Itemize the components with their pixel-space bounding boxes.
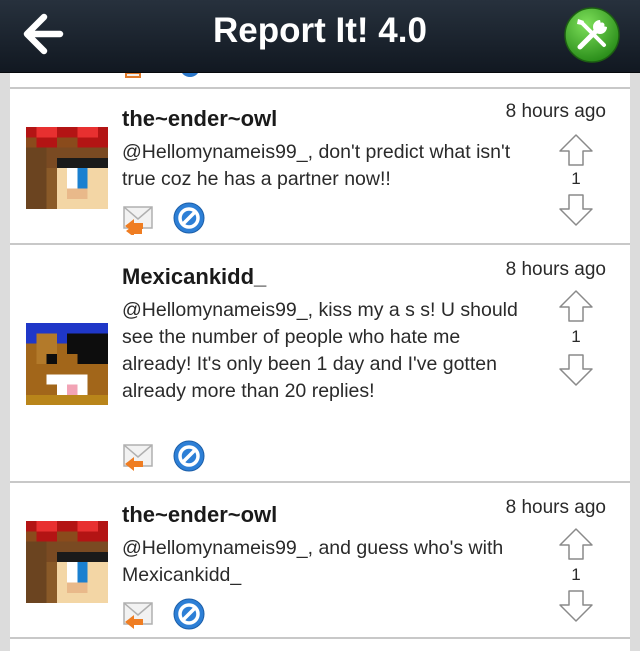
- post-timestamp: 8 hours ago: [505, 101, 606, 122]
- settings-button[interactable]: [562, 5, 622, 65]
- vote-count: 1: [571, 565, 581, 584]
- post-message: @Hellomynameis99_, kiss my a s s! U shou…: [122, 299, 518, 402]
- vote-count: 1: [571, 169, 581, 188]
- post-username[interactable]: the~ender~owl: [122, 501, 277, 529]
- list-item: Mexicankidd_ 8 hours ago @Hellomynameis9…: [10, 243, 630, 483]
- post-username[interactable]: Mexicankidd_: [122, 263, 266, 291]
- reply-envelope-icon[interactable]: [122, 201, 156, 235]
- post-message: @Hellomynameis99_, and guess who's with …: [122, 537, 504, 586]
- page-title: Report It! 4.0: [213, 11, 427, 50]
- back-arrow-icon: [23, 13, 64, 55]
- previous-post-peek: [10, 73, 630, 87]
- back-button[interactable]: [14, 6, 78, 62]
- comment-list: the~ender~owl 8 hours ago @Hellomynameis…: [10, 73, 630, 651]
- avatar: [26, 323, 108, 405]
- upvote-arrow-icon[interactable]: [558, 133, 594, 167]
- list-item: [10, 637, 630, 651]
- upvote-arrow-icon[interactable]: [558, 289, 594, 323]
- post-username[interactable]: the~ender~owl: [122, 105, 277, 133]
- list-item: the~ender~owl 8 hours ago @Hellomynameis…: [10, 87, 630, 245]
- post-timestamp: 8 hours ago: [505, 497, 606, 518]
- post-timestamp: 8 hours ago: [505, 259, 606, 280]
- block-icon[interactable]: [172, 201, 206, 235]
- downvote-arrow-icon[interactable]: [558, 193, 594, 227]
- upvote-arrow-icon[interactable]: [558, 527, 594, 561]
- post-message: @Hellomynameis99_, don't predict what is…: [122, 141, 511, 190]
- vote-count: 1: [571, 327, 581, 346]
- avatar: [26, 127, 108, 209]
- downvote-arrow-icon[interactable]: [558, 353, 594, 387]
- list-item: the~ender~owl 8 hours ago @Hellomynameis…: [10, 481, 630, 639]
- block-icon[interactable]: [172, 439, 206, 473]
- avatar: [26, 521, 108, 603]
- reply-envelope-icon[interactable]: [122, 439, 156, 473]
- downvote-arrow-icon[interactable]: [558, 589, 594, 623]
- wrench-screwdriver-icon: [564, 7, 620, 63]
- reply-envelope-icon[interactable]: [122, 597, 156, 631]
- nav-bar: Report It! 4.0: [0, 0, 640, 73]
- block-icon[interactable]: [172, 597, 206, 631]
